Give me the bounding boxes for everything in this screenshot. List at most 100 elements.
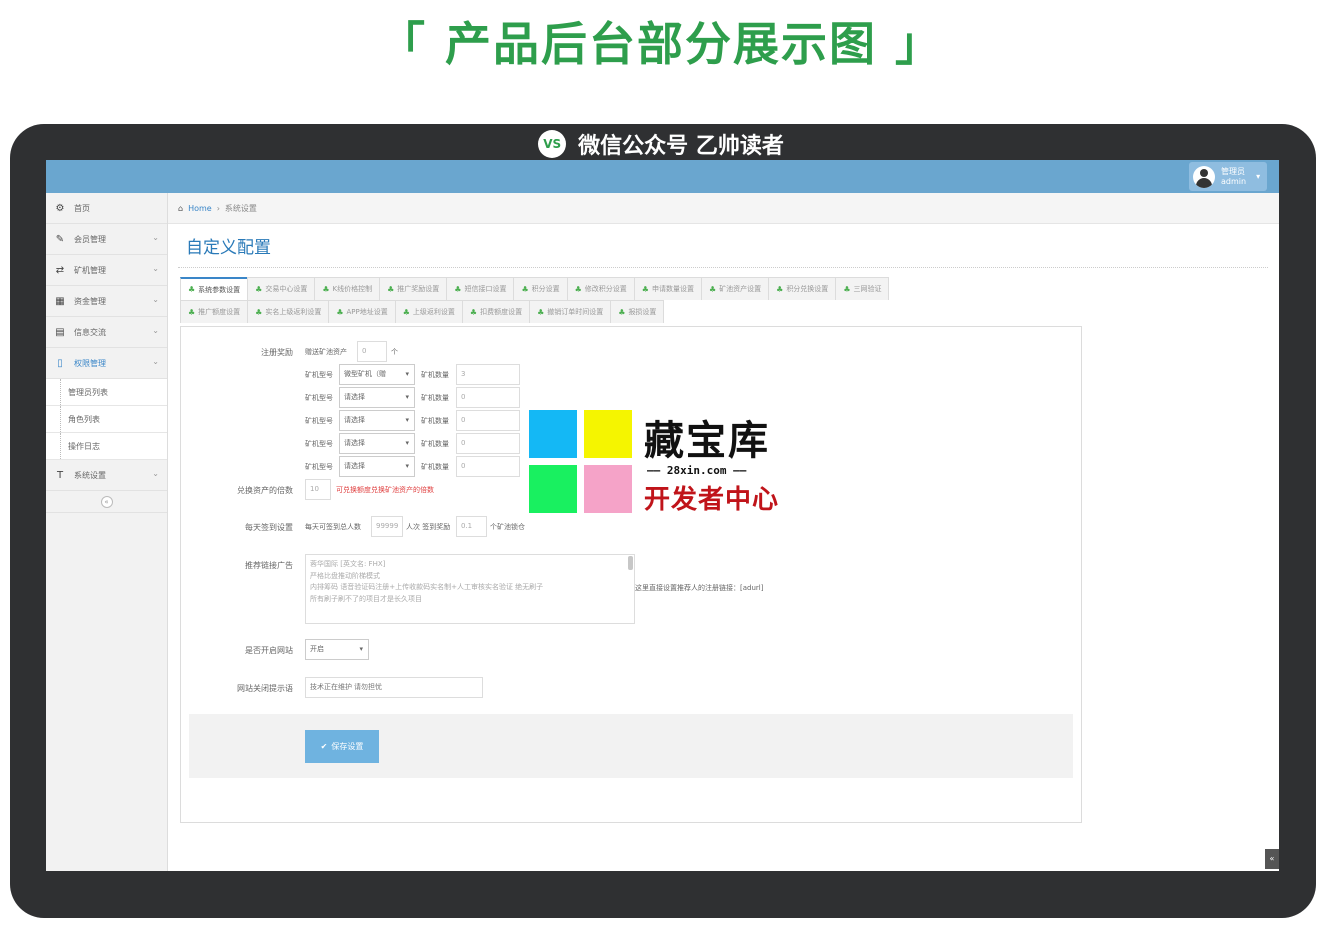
tab-item[interactable]: ♣ APP地址设置 [328,300,396,323]
scroll-top-button[interactable]: « [1265,849,1279,869]
tab-item[interactable]: ♣ 短信接口设置 [446,277,515,300]
tab-item[interactable]: ♣ 三网验证 [835,277,890,300]
tab-item[interactable]: ♣ 推广奖励设置 [379,277,448,300]
tab-icon: ♣ [336,307,344,317]
chevron-down-icon: ⌄ [152,469,159,478]
watermark-square [584,465,632,513]
tab-icon: ♣ [776,284,784,294]
miner-count-input[interactable]: 0 [456,433,520,454]
miner-type-select[interactable]: 请选择 [339,387,415,408]
home-icon: ⌂ [178,203,184,213]
sidebar-subitem-admins[interactable]: 管理员列表 [46,379,167,406]
tab-item[interactable]: ♣ 修改积分设置 [566,277,635,300]
close-msg-input[interactable] [305,677,483,698]
tab-icon: ♣ [537,307,545,317]
miner-count-input[interactable]: 3 [456,364,520,385]
tab-item[interactable]: ♣ 申请数量设置 [633,277,702,300]
save-button[interactable]: ✔ 保存设置 [305,730,379,763]
divider [178,267,1268,268]
dashboard-icon: ⚙ [55,202,65,214]
sidebar: ⚙ 首页 ✎ 会员管理 ⌄ ⇄ 矿机管理 ⌄ ▦ 资金管理 ⌄ ▤ 信息交流 ⌄… [46,193,168,871]
exchange-hint: 可兑换额度兑换矿池资产的倍数 [336,486,434,494]
tab-item[interactable]: ♣ 推广额度设置 [180,300,249,323]
caret-down-icon: ▾ [1256,172,1261,181]
collapse-icon[interactable]: « [100,495,113,508]
close-msg-label: 网站关闭提示语 [237,684,293,693]
shuffle-icon: ⇄ [55,264,65,276]
tab-item[interactable]: ♣ 交易中心设置 [247,277,316,300]
tab-item[interactable]: ♣ 实名上级返利设置 [247,300,330,323]
tab-item[interactable]: ♣ 撤销订单时间设置 [529,300,612,323]
sidebar-item-settings[interactable]: T 系统设置 ⌄ [46,460,167,491]
sidebar-subitem-logs[interactable]: 操作日志 [46,433,167,460]
tab-item[interactable]: ♣ 矿池资产设置 [700,277,770,300]
miner-type-select[interactable]: 请选择 [339,433,415,454]
tab-item[interactable]: ♣ 系统参数设置 [180,277,249,300]
tab-icon: ♣ [387,284,395,294]
tab-label: 申请数量设置 [651,285,694,293]
watermark-url: —— 28xin.com —— [647,464,747,477]
miner-type-select[interactable]: 请选择 [339,456,415,477]
site-open-select[interactable]: 开启 [305,639,369,660]
miner-count-input[interactable]: 0 [456,410,520,431]
miner-count-input[interactable]: 0 [456,387,520,408]
user-menu[interactable]: 管理员 admin ▾ [1189,162,1267,191]
ad-line: 所有刷子刷不了的项目才是长久项目 [310,594,422,603]
tab-item[interactable]: ♣ 上级返利设置 [394,300,463,323]
sidebar-item-funds[interactable]: ▦ 资金管理 ⌄ [46,286,167,317]
chevron-down-icon: ⌄ [152,326,159,335]
miner-count-input[interactable]: 0 [456,456,520,477]
tab-item[interactable]: ♣ 扣费额度设置 [461,300,531,323]
sidebar-subitem-roles[interactable]: 角色列表 [46,406,167,433]
settings-tabs: ♣ 系统参数设置 ♣ 交易中心设置 ♣ K线价格控制 ♣ 推广奖励设置 ♣ 短信接口设置 ♣ 积分设置… [180,277,1080,323]
tab-item[interactable]: ♣ 积分兑换设置 [768,277,837,300]
breadcrumb-current: 系统设置 [224,203,257,213]
ad-label: 推荐链接广告 [245,561,293,570]
sidebar-item-messages[interactable]: ▤ 信息交流 ⌄ [46,317,167,348]
watermark-sub: 开发者中心 [644,485,780,515]
sidebar-item-home[interactable]: ⚙ 首页 [46,193,167,224]
tab-item[interactable]: ♣ 积分设置 [513,277,568,300]
sidebar-item-miners[interactable]: ⇄ 矿机管理 ⌄ [46,255,167,286]
avatar-icon [1193,165,1215,188]
tab-row: ♣ 推广额度设置 ♣ 实名上级返利设置 ♣ APP地址设置 ♣ 上级返利设置 ♣ 扣费额度设置 ♣ 撤… [180,300,1080,323]
user-role: 管理员 [1221,166,1245,176]
breadcrumb-home[interactable]: Home [188,204,212,213]
exchange-input[interactable]: 10 [305,479,331,500]
tab-label: 三网验证 [853,285,882,293]
brand-logo-icon: VS [538,130,567,158]
tab-label: 扣费额度设置 [480,308,523,316]
register-gift-input[interactable]: 0 [357,341,387,362]
tab-icon: ♣ [641,284,649,294]
brand-name: 微信公众号 乙帅读者 [578,134,784,159]
textarea-scrollbar[interactable] [628,556,633,570]
settings-panel: 注册奖励 赠送矿池资产 0 个 矿机型号微型矿机（赠矿机数量3矿机型号请选择矿机… [180,326,1082,823]
miner-count-label: 矿机数量 [421,440,449,448]
register-gift-unit: 个 [391,348,398,356]
check-icon: ✔ [320,742,328,751]
ad-line: 内排筹码 语音验证码注册+上传收款码实名制+人工审核实名验证 绝无刷子 [310,583,544,591]
breadcrumb: ⌂ Home › 系统设置 [168,193,1279,224]
checkin-text-1: 每天可签到总人数 [305,523,361,531]
sidebar-item-members[interactable]: ✎ 会员管理 ⌄ [46,224,167,255]
register-gift-text: 赠送矿池资产 [305,348,347,356]
miner-type-select[interactable]: 微型矿机（赠 [339,364,415,385]
miner-type-label: 矿机型号 [305,394,333,402]
sidebar-item-permissions[interactable]: ▯ 权限管理 ⌄ [46,348,167,379]
miner-type-select[interactable]: 请选择 [339,410,415,431]
headline: 「 产品后台部分展示图 」 [378,17,944,71]
tab-item[interactable]: ♣ 报损设置 [610,300,665,323]
tab-label: 修改积分设置 [584,285,627,293]
tab-icon: ♣ [574,284,582,294]
tab-item[interactable]: ♣ K线价格控制 [314,277,381,300]
page-title: 自定义配置 [186,238,271,258]
user-name: admin [1221,176,1247,186]
checkin-people-input[interactable]: 99999 [371,516,403,537]
miner-count-label: 矿机数量 [421,417,449,425]
tab-row: ♣ 系统参数设置 ♣ 交易中心设置 ♣ K线价格控制 ♣ 推广奖励设置 ♣ 短信接口设置 ♣ 积分设置… [180,277,1080,300]
ad-textarea[interactable]: 蓉华国际 [英文名: FHX] 严格比盘推动阶梯模式 内排筹码 语音验证码注册+… [305,554,635,624]
checkin-reward-input[interactable]: 0.1 [456,516,487,537]
miner-count-label: 矿机数量 [421,371,449,379]
tab-icon: ♣ [255,284,263,294]
sidebar-item-label: 首页 [74,203,90,213]
